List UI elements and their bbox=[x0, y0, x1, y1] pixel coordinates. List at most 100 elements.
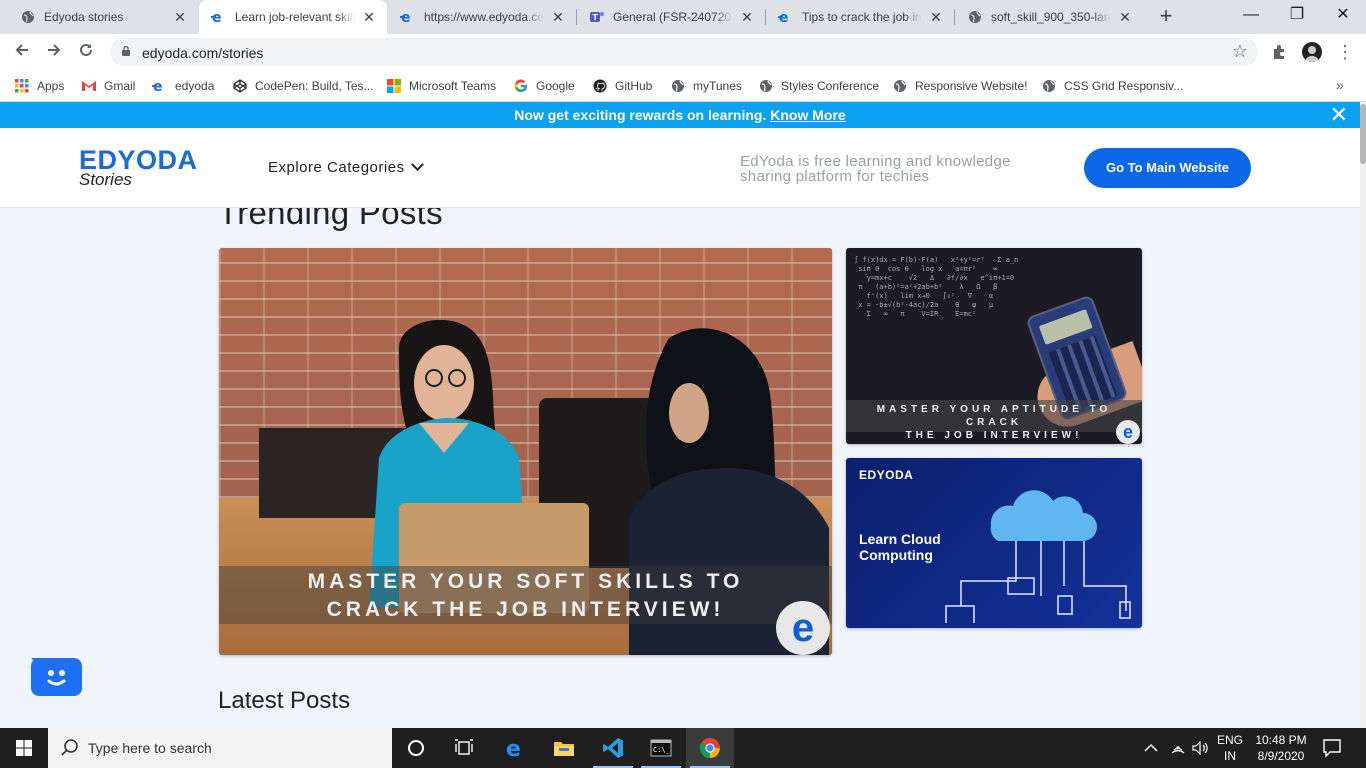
close-tab-icon[interactable]: ✕ bbox=[739, 9, 755, 25]
show-hidden-icons[interactable] bbox=[1144, 728, 1158, 768]
lang-line: IN bbox=[1224, 749, 1236, 763]
file-explorer-button[interactable] bbox=[540, 728, 588, 768]
cortana-button[interactable] bbox=[392, 728, 440, 768]
more-bookmarks-icon[interactable]: » bbox=[1336, 77, 1344, 93]
edyoda-icon: e bbox=[211, 9, 227, 25]
bookmark-label: edyoda bbox=[175, 79, 215, 93]
svg-text:T: T bbox=[593, 13, 599, 22]
page-scrollbar[interactable] bbox=[1360, 102, 1366, 728]
edyoda-badge-icon: e bbox=[776, 601, 830, 655]
minimize-window-button[interactable]: — bbox=[1228, 0, 1274, 30]
chrome-taskbar-button[interactable] bbox=[686, 728, 734, 768]
bookmark-microsoft-teams[interactable]: Microsoft Teams bbox=[386, 70, 496, 102]
tab-edyoda-stories[interactable]: Edyoda stories ✕ bbox=[8, 0, 198, 34]
start-button[interactable] bbox=[0, 728, 48, 768]
explore-categories-dropdown[interactable]: Explore Categories bbox=[268, 158, 424, 176]
browser-menu-icon[interactable]: ⋮ bbox=[1336, 40, 1354, 64]
trending-post-caption: MASTER YOUR SOFT SKILLS TO CRACK THE JOB… bbox=[219, 566, 832, 624]
bookmark-gmail[interactable]: Gmail bbox=[81, 70, 135, 102]
search-icon bbox=[61, 739, 78, 756]
tab-edyoda-url[interactable]: e https://www.edyoda.com ✕ bbox=[388, 0, 576, 34]
tab-teams-general[interactable]: T General (FSR-240720-M ✕ bbox=[577, 0, 765, 34]
bookmark-label: CSS Grid Responsiv... bbox=[1064, 79, 1184, 93]
site-header: EDYODA Stories Explore Categories EdYoda… bbox=[0, 128, 1360, 208]
forward-button[interactable] bbox=[42, 40, 66, 64]
edyoda-stories-logo[interactable]: EDYODA Stories bbox=[79, 146, 198, 188]
microsoft-icon bbox=[386, 78, 402, 94]
bookmark-styles-conference[interactable]: Styles Conference bbox=[758, 70, 879, 102]
tab-tips-to-crack[interactable]: e Tips to crack the job int ✕ bbox=[766, 0, 954, 34]
task-view-icon bbox=[455, 739, 473, 755]
profile-avatar[interactable] bbox=[1302, 42, 1322, 62]
trending-post-aptitude[interactable]: ∫ f(x)dx = F(b)-F(a) x²+y²=r² Σ a_n sin … bbox=[846, 248, 1142, 444]
bookmark-google[interactable]: Google bbox=[513, 70, 575, 102]
close-tab-icon[interactable]: ✕ bbox=[1117, 9, 1133, 25]
back-button[interactable] bbox=[10, 40, 34, 64]
volume-control[interactable] bbox=[1192, 728, 1210, 768]
wifi-icon bbox=[1171, 746, 1185, 754]
bookmark-mytunes[interactable]: myTunes bbox=[670, 70, 742, 102]
close-tab-icon[interactable]: ✕ bbox=[550, 9, 566, 25]
network-status[interactable] bbox=[1170, 728, 1186, 768]
bookmark-label: Microsoft Teams bbox=[409, 79, 497, 93]
globe-icon bbox=[967, 9, 983, 25]
avatar-icon bbox=[1305, 46, 1319, 62]
bookmark-apps[interactable]: Apps bbox=[14, 70, 64, 102]
trending-post-cloud-computing[interactable]: EDYODA Learn Cloud Computing bbox=[846, 458, 1142, 628]
close-tab-icon[interactable]: ✕ bbox=[928, 9, 944, 25]
notification-center-icon[interactable] bbox=[1320, 736, 1344, 760]
caption-line: CRACK THE JOB INTERVIEW! bbox=[326, 598, 725, 621]
scrollbar-thumb[interactable] bbox=[1360, 104, 1366, 164]
vscode-taskbar-button[interactable] bbox=[589, 728, 637, 768]
teams-icon: T bbox=[589, 9, 605, 25]
reload-button[interactable] bbox=[74, 40, 98, 64]
extensions-puzzle-icon[interactable] bbox=[1270, 42, 1290, 62]
arrow-right-icon bbox=[48, 44, 61, 56]
close-promo-icon[interactable]: ✕ bbox=[1330, 103, 1348, 127]
promo-text: Now get exciting rewards on learning. bbox=[514, 107, 767, 123]
new-tab-button[interactable]: + bbox=[1154, 5, 1178, 29]
system-clock[interactable]: 10:48 PM 8/9/2020 bbox=[1246, 732, 1316, 764]
close-tab-icon[interactable]: ✕ bbox=[172, 9, 188, 25]
tab-soft-skill-image[interactable]: soft_skill_900_350-large ✕ bbox=[955, 0, 1143, 34]
know-more-link[interactable]: Know More bbox=[770, 107, 845, 123]
bookmark-star-icon[interactable]: ☆ bbox=[1232, 41, 1248, 62]
taskbar-search-box[interactable]: Type here to search bbox=[48, 728, 392, 768]
url-text[interactable]: edyoda.com/stories bbox=[142, 45, 263, 61]
trending-post-soft-skills[interactable]: MASTER YOUR SOFT SKILLS TO CRACK THE JOB… bbox=[219, 248, 832, 655]
terminal-taskbar-button[interactable]: C:\_ bbox=[637, 728, 685, 768]
globe-icon bbox=[758, 78, 774, 94]
go-to-main-website-button[interactable]: Go To Main Website bbox=[1084, 148, 1251, 188]
bookmark-label: Apps bbox=[37, 79, 65, 93]
caption-line: MASTER YOUR APTITUDE TO CRACK bbox=[876, 404, 1112, 428]
edyoda-icon: e bbox=[778, 9, 794, 25]
bookmark-edyoda[interactable]: e edyoda bbox=[152, 70, 214, 102]
search-placeholder: Type here to search bbox=[88, 740, 212, 756]
task-view-button[interactable] bbox=[440, 728, 488, 768]
close-window-button[interactable]: ✕ bbox=[1320, 0, 1366, 30]
cloud-network-icon bbox=[945, 490, 1131, 623]
clock-time: 10:48 PM bbox=[1255, 733, 1307, 747]
globe-icon bbox=[670, 78, 686, 94]
caption-line: THE JOB INTERVIEW! bbox=[905, 430, 1083, 441]
caption-line: MASTER YOUR SOFT SKILLS TO bbox=[307, 570, 744, 593]
tab-title: General (FSR-240720-M bbox=[613, 10, 733, 24]
tab-learn-job-relevant-skills[interactable]: e Learn job-relevant skills ✕ bbox=[199, 0, 387, 34]
vscode-icon bbox=[603, 738, 623, 758]
address-bar[interactable]: edyoda.com/stories ☆ bbox=[110, 38, 1258, 66]
clock-date: 8/9/2020 bbox=[1257, 749, 1305, 763]
bookmark-responsive-website[interactable]: Responsive Website! bbox=[892, 70, 1028, 102]
chat-bot-button[interactable] bbox=[31, 658, 82, 696]
windows-logo-icon bbox=[16, 740, 32, 756]
tab-title: https://www.edyoda.com bbox=[424, 10, 544, 24]
bookmark-github[interactable]: GitHub bbox=[592, 70, 652, 102]
bookmark-codepen[interactable]: CodePen: Build, Tes... bbox=[232, 70, 374, 102]
explore-label: Explore Categories bbox=[268, 159, 405, 176]
input-language[interactable]: ENG IN bbox=[1214, 732, 1246, 764]
edge-taskbar-button[interactable]: e bbox=[491, 728, 539, 768]
close-tab-icon[interactable]: ✕ bbox=[361, 9, 377, 25]
restore-window-button[interactable]: ❐ bbox=[1274, 0, 1320, 30]
cloud-title-line: Computing bbox=[859, 547, 933, 563]
lock-icon bbox=[122, 46, 130, 56]
bookmark-css-grid[interactable]: CSS Grid Responsiv... bbox=[1041, 70, 1183, 102]
